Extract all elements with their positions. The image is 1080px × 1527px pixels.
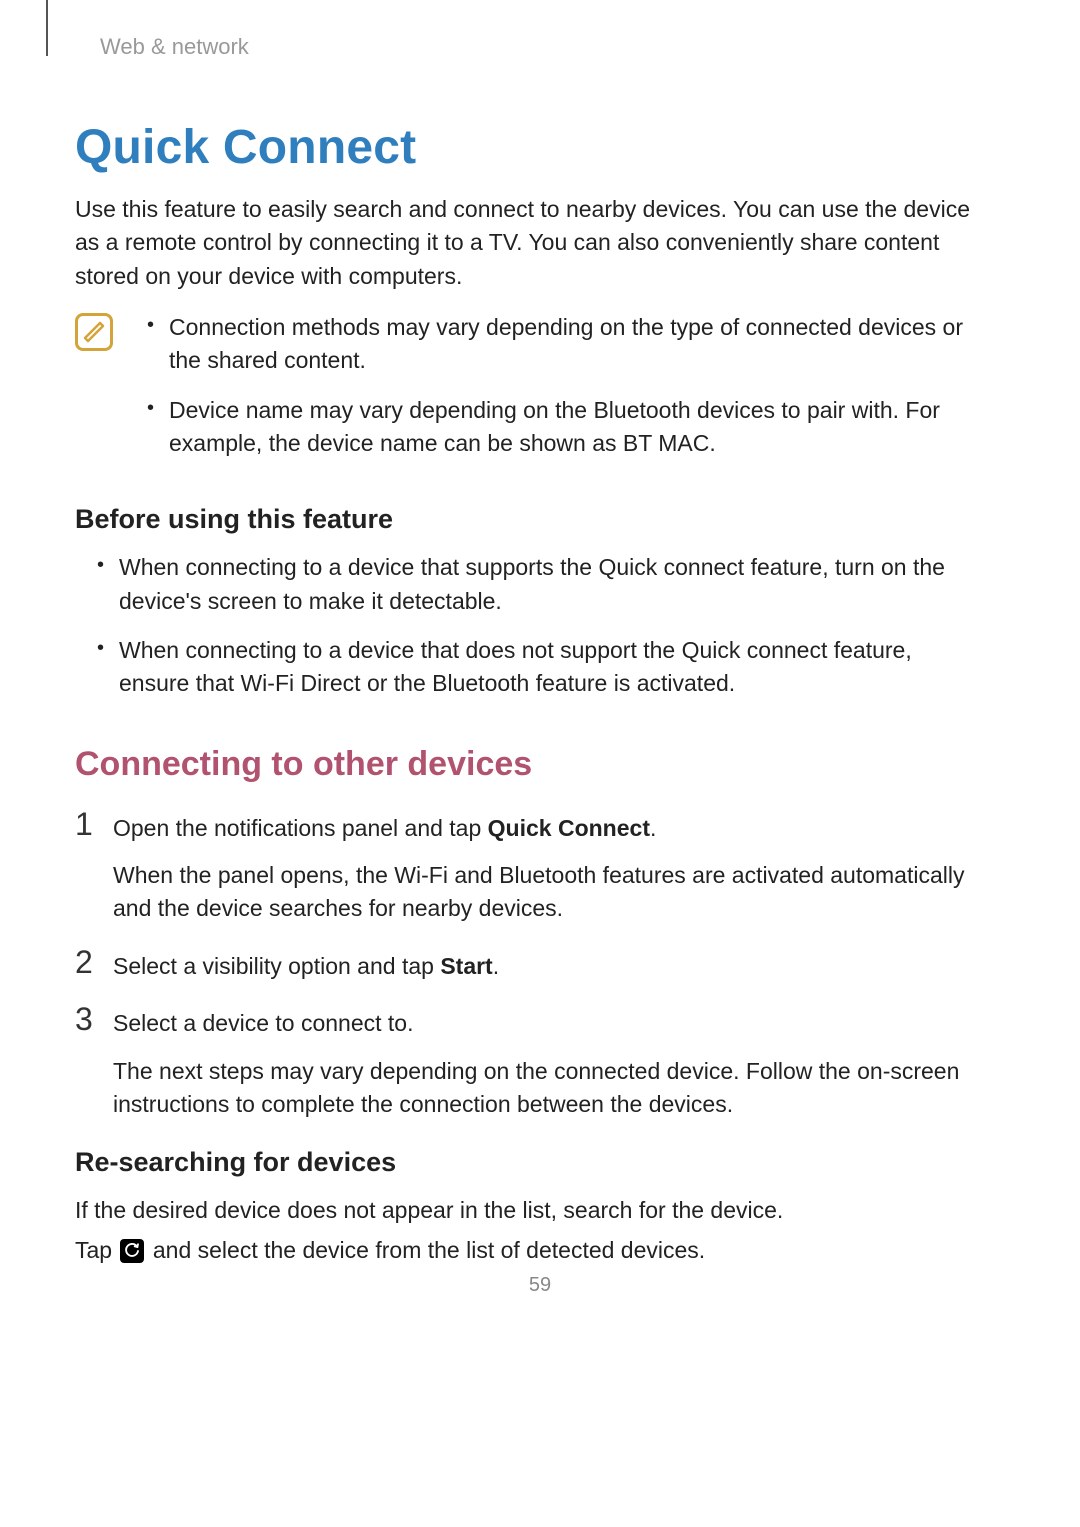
step-body: Select a visibility option and tap Start… [113, 950, 980, 983]
note-list: Connection methods may vary depending on… [143, 311, 980, 476]
research-p2-post: and select the device from the list of d… [146, 1237, 705, 1263]
page-title: Quick Connect [75, 120, 980, 175]
step-text-pre: Open the notifications panel and tap [113, 815, 488, 841]
before-heading: Before using this feature [75, 504, 980, 535]
step-number: 2 [75, 946, 99, 978]
crop-mark [46, 0, 48, 56]
step-text-pre: Select a device to connect to. [113, 1010, 413, 1036]
note-icon [75, 313, 113, 351]
step-body: Select a device to connect to. The next … [113, 1007, 980, 1121]
step-number: 3 [75, 1003, 99, 1035]
step-text-post: . [493, 953, 499, 979]
step-follow: The next steps may vary depending on the… [113, 1055, 980, 1122]
step-body: Open the notifications panel and tap Qui… [113, 812, 980, 926]
note-block: Connection methods may vary depending on… [75, 311, 980, 476]
page-content: Web & network Quick Connect Use this fea… [0, 0, 1080, 1267]
step-text-bold: Quick Connect [488, 815, 650, 841]
research-heading: Re-searching for devices [75, 1147, 980, 1178]
before-item: When connecting to a device that support… [93, 551, 980, 618]
connecting-heading: Connecting to other devices [75, 745, 980, 784]
step-text-post: . [650, 815, 656, 841]
step-text: Select a visibility option and tap Start… [113, 950, 980, 983]
refresh-icon [120, 1239, 144, 1263]
research-p1: If the desired device does not appear in… [75, 1194, 980, 1227]
breadcrumb: Web & network [100, 34, 980, 60]
intro-paragraph: Use this feature to easily search and co… [75, 193, 980, 293]
step-text: Open the notifications panel and tap Qui… [113, 812, 980, 845]
step-text-bold: Start [440, 953, 492, 979]
step-text-pre: Select a visibility option and tap [113, 953, 440, 979]
research-p2: Tap and select the device from the list … [75, 1234, 980, 1267]
step-follow: When the panel opens, the Wi-Fi and Blue… [113, 859, 980, 926]
step-text: Select a device to connect to. [113, 1007, 980, 1040]
note-item: Connection methods may vary depending on… [143, 311, 980, 378]
page-number: 59 [0, 1274, 1080, 1297]
research-p2-pre: Tap [75, 1237, 118, 1263]
note-item: Device name may vary depending on the Bl… [143, 394, 980, 461]
step-2: 2 Select a visibility option and tap Sta… [75, 950, 980, 983]
before-item: When connecting to a device that does no… [93, 634, 980, 701]
before-list: When connecting to a device that support… [93, 551, 980, 700]
step-number: 1 [75, 808, 99, 840]
step-3: 3 Select a device to connect to. The nex… [75, 1007, 980, 1121]
step-1: 1 Open the notifications panel and tap Q… [75, 812, 980, 926]
